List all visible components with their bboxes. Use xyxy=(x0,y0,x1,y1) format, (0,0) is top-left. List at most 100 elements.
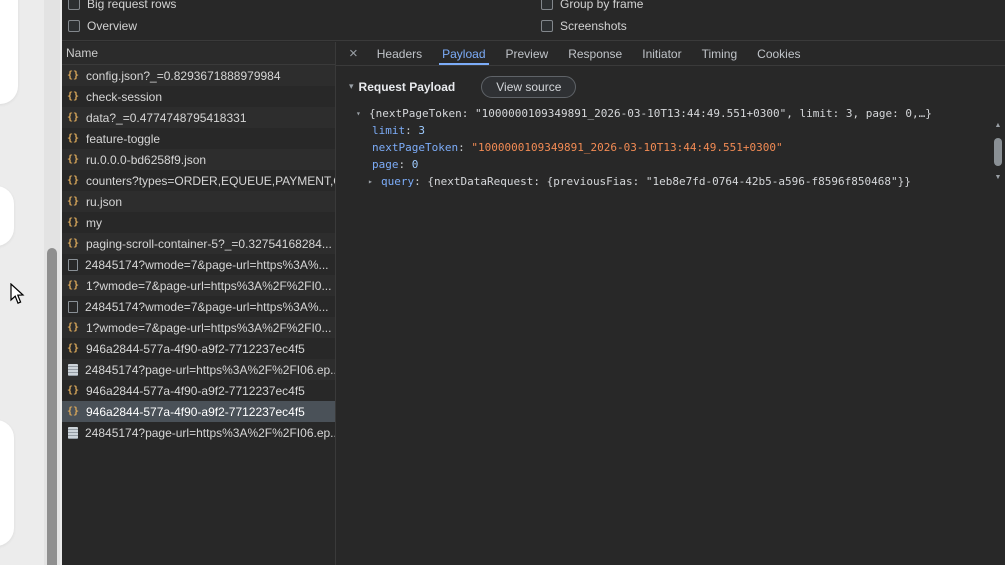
payload-key: page xyxy=(372,158,399,171)
document-filled-icon xyxy=(68,364,78,376)
scrollbar-thumb[interactable] xyxy=(994,138,1002,166)
request-row[interactable]: {} 946a2844-577a-4f90-a9f2-7712237ec4f5 xyxy=(62,380,335,401)
request-row[interactable]: 24845174?wmode=7&page-url=https%3A%... xyxy=(62,296,335,317)
tab-cookies[interactable]: Cookies xyxy=(747,42,810,65)
payload-key: query xyxy=(381,175,414,188)
request-name: config.json?_=0.8293671888979984 xyxy=(86,69,281,83)
tab-preview[interactable]: Preview xyxy=(496,42,559,65)
request-name: my xyxy=(86,216,102,230)
request-row[interactable]: 24845174?page-url=https%3A%2F%2FI06.ep..… xyxy=(62,422,335,443)
json-icon: {} xyxy=(67,133,79,145)
payload-colon: : xyxy=(414,175,427,188)
name-column-header[interactable]: Name xyxy=(62,42,335,65)
page-scrollbar-thumb[interactable] xyxy=(47,248,57,565)
request-name: 24845174?page-url=https%3A%2F%2FI06.ep..… xyxy=(85,426,335,440)
page-card xyxy=(0,0,18,104)
json-icon: {} xyxy=(67,343,79,355)
json-icon: {} xyxy=(67,70,79,82)
collapse-triangle-icon[interactable]: ▾ xyxy=(356,109,369,118)
request-row[interactable]: {} check-session xyxy=(62,86,335,107)
request-row[interactable]: {}ru.0.0.0-bd6258f9.json xyxy=(62,149,335,170)
checkbox-overview[interactable]: Overview xyxy=(68,19,137,33)
request-row[interactable]: {} 946a2844-577a-4f90-a9f2-7712237ec4f5 xyxy=(62,338,335,359)
page-card xyxy=(0,186,14,246)
payload-scrollbar[interactable]: ▲ ▼ xyxy=(992,122,1004,182)
payload-value: 0 xyxy=(412,158,419,171)
checkbox-box[interactable] xyxy=(541,20,553,32)
detail-pane: × HeadersPayloadPreviewResponseInitiator… xyxy=(335,42,1005,565)
request-name: 24845174?wmode=7&page-url=https%3A%... xyxy=(85,300,329,314)
request-list: {} config.json?_=0.8293671888979984 {} chec… xyxy=(62,65,335,565)
request-row[interactable]: {} my xyxy=(62,212,335,233)
request-name: 946a2844-577a-4f90-a9f2-7712237ec4f5 xyxy=(86,384,305,398)
background-page xyxy=(0,0,62,565)
tab-response[interactable]: Response xyxy=(558,42,632,65)
payload-root[interactable]: ▾ {nextPageToken: "1000000109349891_2026… xyxy=(336,105,1005,122)
page-scrollbar-track[interactable] xyxy=(44,0,60,565)
request-row[interactable]: {} config.json?_=0.8293671888979984 xyxy=(62,65,335,86)
request-row[interactable]: {}1?wmode=7&page-url=https%3A%2F%2FI0... xyxy=(62,275,335,296)
payload-key: nextPageToken xyxy=(372,141,458,154)
request-name: 1?wmode=7&page-url=https%3A%2F%2FI0... xyxy=(86,279,331,293)
json-icon: {} xyxy=(67,322,79,334)
expand-triangle-icon[interactable]: ▸ xyxy=(368,177,381,186)
document-filled-icon xyxy=(68,427,78,439)
network-main: Name {}config.json?_=0.8293671888979984{… xyxy=(62,42,1005,565)
request-name: 946a2844-577a-4f90-a9f2-7712237ec4f5 xyxy=(86,342,305,356)
request-name: 24845174?wmode=7&page-url=https%3A%... xyxy=(85,258,329,272)
request-row[interactable]: {}feature-toggle xyxy=(62,128,335,149)
payload-colon: : xyxy=(399,158,412,171)
request-row[interactable]: 24845174?page-url=https%3A%2F%2FI06.ep..… xyxy=(62,359,335,380)
request-row[interactable]: 24845174?wmode=7&page-url=https%3A%... xyxy=(62,254,335,275)
request-payload-section: ▾ Request Payload View source xyxy=(349,75,1005,98)
payload-property[interactable]: ▸query: {nextDataRequest: {previousFias:… xyxy=(336,173,1005,190)
json-icon: {} xyxy=(67,196,79,208)
request-row[interactable]: {} counters?types=ORDER,EQUEUE,PAYMENT,G.… xyxy=(62,170,335,191)
document-icon xyxy=(68,301,78,313)
request-name: ru.json xyxy=(86,195,122,209)
request-row[interactable]: {} ru.json xyxy=(62,191,335,212)
checkbox-group-by-frame[interactable]: Group by frame xyxy=(541,0,643,11)
payload-colon: : xyxy=(405,124,418,137)
document-icon xyxy=(68,259,78,271)
payload-property: nextPageToken: "1000000109349891_2026-03… xyxy=(336,139,1005,156)
devtools-panel: Big request rows Overview Group by frame Sc… xyxy=(62,0,1005,565)
collapse-triangle-icon[interactable]: ▾ xyxy=(349,81,354,92)
payload-value: "1000000109349891_2026-03-10T13:44:49.55… xyxy=(471,141,782,154)
json-icon: {} xyxy=(67,154,79,166)
detail-tabs: HeadersPayloadPreviewResponseInitiatorTi… xyxy=(367,42,811,65)
payload-colon: : xyxy=(458,141,471,154)
request-row[interactable]: {}946a2844-577a-4f90-a9f2-7712237ec4f5 xyxy=(62,401,335,422)
checkbox-screenshots[interactable]: Screenshots xyxy=(541,19,627,33)
close-icon[interactable]: × xyxy=(349,47,358,61)
scroll-down-icon[interactable]: ▼ xyxy=(995,174,1002,182)
mouse-cursor-icon xyxy=(10,283,26,305)
tab-payload[interactable]: Payload xyxy=(432,42,495,65)
request-row[interactable]: {}1?wmode=7&page-url=https%3A%2F%2FI0... xyxy=(62,317,335,338)
view-source-button[interactable]: View source xyxy=(481,76,576,98)
checkbox-box[interactable] xyxy=(541,0,553,10)
tab-initiator[interactable]: Initiator xyxy=(632,42,691,65)
checkbox-box[interactable] xyxy=(68,0,80,10)
checkbox-label: Overview xyxy=(87,19,137,33)
json-icon: {} xyxy=(67,175,79,187)
json-icon: {} xyxy=(67,238,79,250)
section-title: Request Payload xyxy=(359,80,456,94)
checkbox-big-request-rows[interactable]: Big request rows xyxy=(68,0,176,11)
network-toolbar: Big request rows Overview Group by frame Sc… xyxy=(62,0,1005,41)
checkbox-box[interactable] xyxy=(68,20,80,32)
scroll-up-icon[interactable]: ▲ xyxy=(995,122,1002,130)
tab-headers[interactable]: Headers xyxy=(367,42,432,65)
payload-key: limit xyxy=(372,124,405,137)
request-row[interactable]: {}data?_=0.4774748795418331 xyxy=(62,107,335,128)
request-name: check-session xyxy=(86,90,162,104)
request-row[interactable]: {}paging-scroll-container-5?_=0.32754168… xyxy=(62,233,335,254)
json-icon: {} xyxy=(67,217,79,229)
request-name: counters?types=ORDER,EQUEUE,PAYMENT,G... xyxy=(86,174,335,188)
tab-timing[interactable]: Timing xyxy=(692,42,748,65)
json-icon: {} xyxy=(67,91,79,103)
payload-root-preview: {nextPageToken: "1000000109349891_2026-0… xyxy=(369,107,932,120)
page-card xyxy=(0,420,14,546)
json-icon: {} xyxy=(67,385,79,397)
detail-tabbar: × HeadersPayloadPreviewResponseInitiator… xyxy=(336,42,1005,66)
